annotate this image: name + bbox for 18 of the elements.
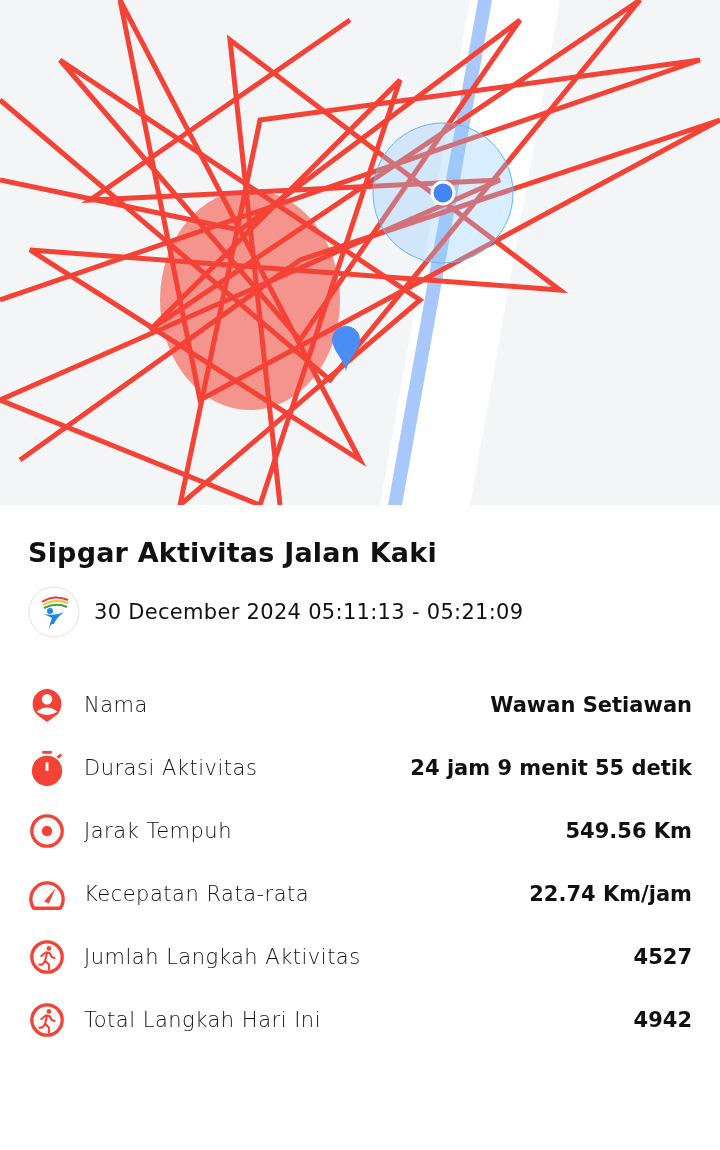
walk-icon [28,938,66,976]
stat-value: 24 jam 9 menit 55 detik [410,756,692,780]
activity-title: Sipgar Aktivitas Jalan Kaki [28,537,438,568]
stat-label: Durasi Aktivitas [84,756,259,780]
walk-icon [28,1001,66,1039]
runner-logo-icon [28,586,80,638]
activity-datetime: 30 December 2024 05:11:13 - 05:21:09 [94,600,524,624]
stat-value: 4942 [633,1008,692,1032]
stat-label: Nama [84,693,149,717]
stat-value: 22.74 Km/jam [529,882,692,906]
stat-label: Kecepatan Rata-rata [84,882,311,906]
stat-value: Wawan Setiawan [490,693,692,717]
stat-label: Jarak Tempuh [84,819,233,843]
stat-label: Total Langkah Hari Ini [84,1008,322,1032]
stat-value: 549.56 Km [565,819,692,843]
stat-label: Jumlah Langkah Aktivitas [84,945,362,969]
target-icon [28,812,66,850]
stat-value: 4527 [633,945,692,969]
